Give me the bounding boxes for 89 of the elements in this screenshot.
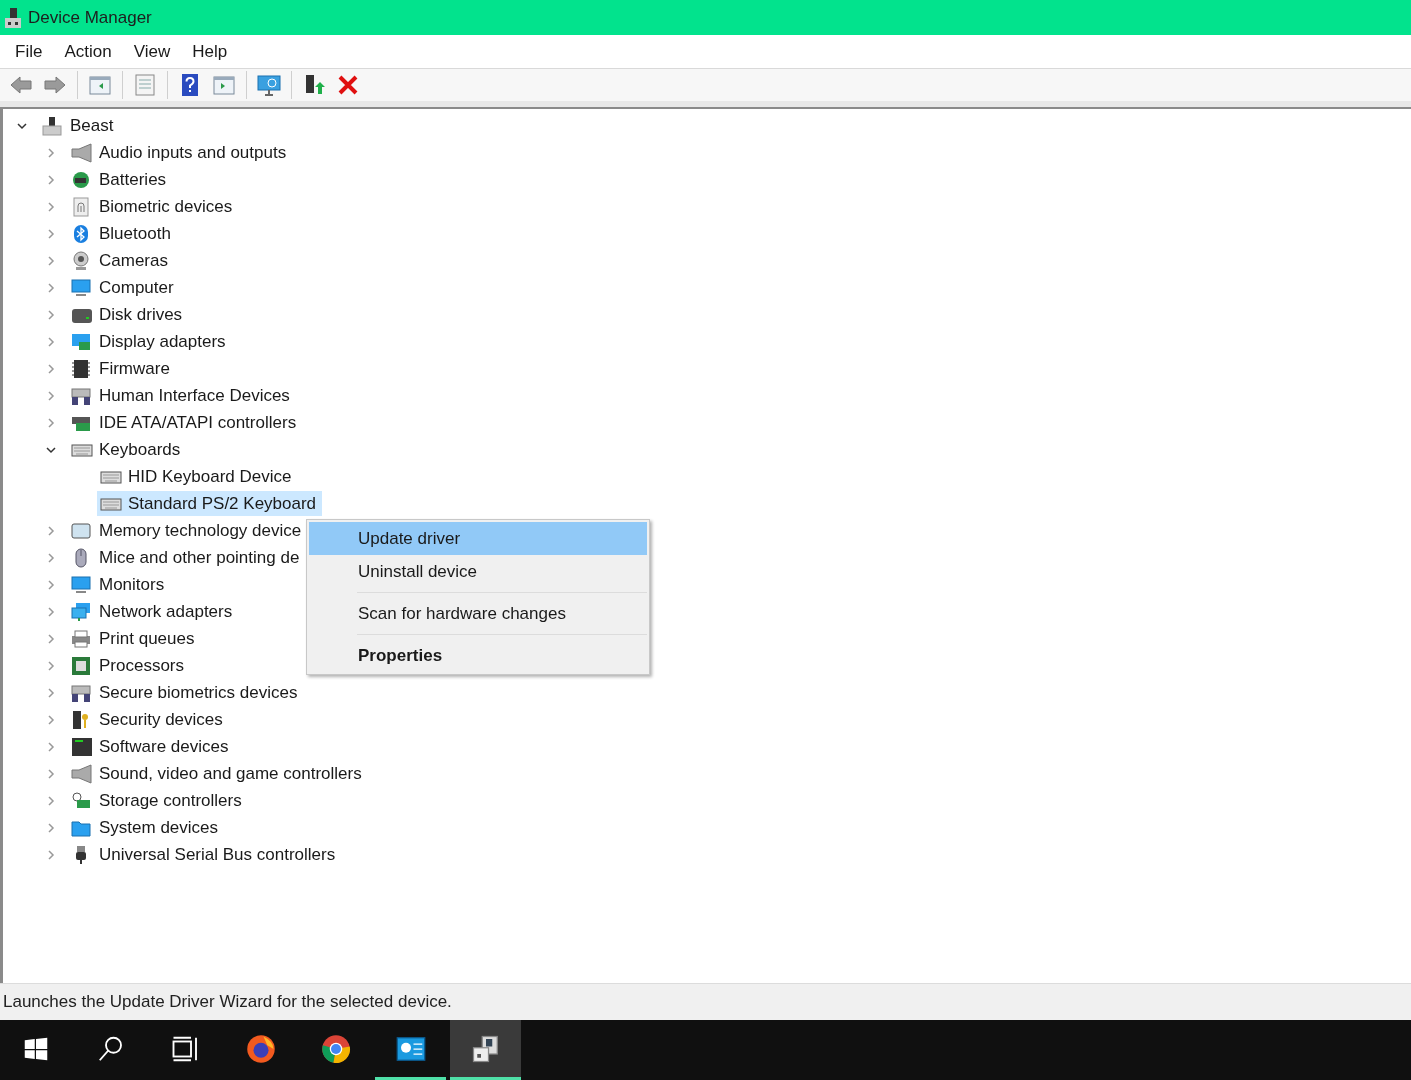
expand-chevron-icon[interactable] — [45, 605, 57, 618]
tree-item[interactable]: Memory technology device — [68, 518, 308, 543]
taskbar-button[interactable] — [450, 1020, 521, 1080]
chrome-icon — [320, 1033, 351, 1064]
expand-chevron-icon[interactable] — [45, 308, 57, 321]
tree-item[interactable]: Keyboards — [68, 437, 187, 462]
computer-icon — [42, 115, 64, 136]
network-monitors-icon — [71, 601, 93, 622]
expand-chevron-icon[interactable] — [45, 362, 57, 375]
expand-chevron-icon[interactable] — [45, 632, 57, 645]
tree-item[interactable]: Network adapters — [68, 599, 239, 624]
status-text: Launches the Update Driver Wizard for the selected device. — [3, 991, 452, 1014]
monitor-icon — [71, 277, 93, 298]
storage-controller-icon — [71, 790, 93, 811]
expand-chevron-icon[interactable] — [45, 794, 57, 807]
tree-item[interactable]: Security devices — [68, 707, 229, 732]
device-manager-icon — [470, 1033, 501, 1064]
pane-icon[interactable] — [212, 73, 236, 97]
menu-item[interactable]: File — [4, 38, 54, 65]
expand-chevron-icon[interactable] — [45, 821, 57, 834]
tree-item[interactable]: Computer — [68, 275, 180, 300]
speaker-icon — [71, 763, 93, 784]
tree-item[interactable]: Storage controllers — [68, 788, 248, 813]
tower-icon — [71, 736, 93, 757]
expand-chevron-icon[interactable] — [45, 767, 57, 780]
tree-item[interactable]: Biometric devices — [68, 194, 239, 219]
expand-chevron-icon[interactable] — [45, 740, 57, 753]
tree-item[interactable]: Universal Serial Bus controllers — [68, 842, 342, 867]
tree-item[interactable]: Software devices — [68, 734, 235, 759]
expand-chevron-icon[interactable] — [45, 254, 57, 267]
expand-chevron-icon[interactable] — [45, 227, 57, 240]
keyboard-mouse-icon — [71, 682, 93, 703]
menu-item[interactable]: Action — [53, 38, 123, 65]
speaker-icon — [71, 142, 93, 163]
tree-item[interactable]: Cameras — [68, 248, 174, 273]
tree-item[interactable]: Mice and other pointing de — [68, 545, 306, 570]
expand-chevron-icon[interactable] — [45, 713, 57, 726]
firefox-icon — [245, 1033, 276, 1064]
tree-item[interactable]: Print queues — [68, 626, 201, 651]
device-manager-icon — [4, 6, 22, 29]
display-adapter-icon — [71, 331, 93, 352]
expand-chevron-icon[interactable] — [45, 551, 57, 564]
expand-chevron-icon[interactable] — [45, 335, 57, 348]
monitor-search-icon[interactable] — [257, 73, 281, 97]
tree-item[interactable]: System devices — [68, 815, 225, 840]
expand-chevron-icon[interactable] — [45, 389, 57, 402]
expand-chevron-icon[interactable] — [45, 659, 57, 672]
forward-arrow-icon[interactable] — [43, 73, 67, 97]
back-arrow-icon[interactable] — [9, 73, 33, 97]
menu-item[interactable]: Properties — [309, 639, 647, 672]
window-title: Device Manager — [28, 6, 152, 29]
expand-chevron-icon[interactable] — [45, 524, 57, 537]
menu-item[interactable]: Update driver — [309, 522, 647, 555]
tree-item[interactable]: Audio inputs and outputs — [68, 140, 293, 165]
processor-icon — [71, 655, 93, 676]
expand-chevron-icon[interactable] — [45, 173, 57, 186]
tree-item[interactable]: Processors — [68, 653, 191, 678]
printer-icon — [71, 628, 93, 649]
monitor-icon — [71, 574, 93, 595]
tree-item[interactable]: HID Keyboard Device — [97, 464, 298, 489]
tree-item[interactable]: Human Interface Devices — [68, 383, 296, 408]
keyboard-mouse-icon — [71, 385, 93, 406]
tree-item[interactable]: Batteries — [68, 167, 173, 192]
uninstall-icon[interactable] — [336, 73, 360, 97]
pane-icon[interactable] — [88, 73, 112, 97]
tree-item[interactable]: Secure biometrics devices — [68, 680, 304, 705]
expand-chevron-icon[interactable] — [45, 200, 57, 213]
menu-item[interactable]: Uninstall device — [309, 555, 647, 588]
tree-item[interactable]: Display adapters — [68, 329, 232, 354]
tree-item[interactable]: Firmware — [68, 356, 176, 381]
tree-item[interactable]: Beast — [39, 113, 120, 138]
expand-chevron-icon[interactable] — [45, 686, 57, 699]
expand-chevron-icon[interactable] — [45, 416, 57, 429]
memory-card-icon — [71, 520, 93, 541]
expand-chevron-icon[interactable] — [45, 848, 57, 861]
tree-item[interactable]: Disk drives — [68, 302, 189, 327]
properties-icon[interactable] — [133, 73, 157, 97]
menu-item[interactable]: Scan for hardware changes — [309, 597, 647, 630]
tree-item[interactable]: Sound, video and game controllers — [68, 761, 368, 786]
expand-chevron-icon[interactable] — [45, 578, 57, 591]
menu-item[interactable]: View — [122, 38, 182, 65]
tree-item[interactable]: Bluetooth — [68, 221, 177, 246]
tree-item[interactable]: Standard PS/2 Keyboard — [97, 491, 323, 516]
tree-item[interactable]: Monitors — [68, 572, 171, 597]
chip-icon — [71, 358, 93, 379]
expand-chevron-icon[interactable] — [45, 281, 57, 294]
tree-item[interactable]: IDE ATA/ATAPI controllers — [68, 410, 303, 435]
expand-chevron-icon[interactable] — [45, 146, 57, 159]
menu-item[interactable]: Help — [181, 38, 239, 65]
